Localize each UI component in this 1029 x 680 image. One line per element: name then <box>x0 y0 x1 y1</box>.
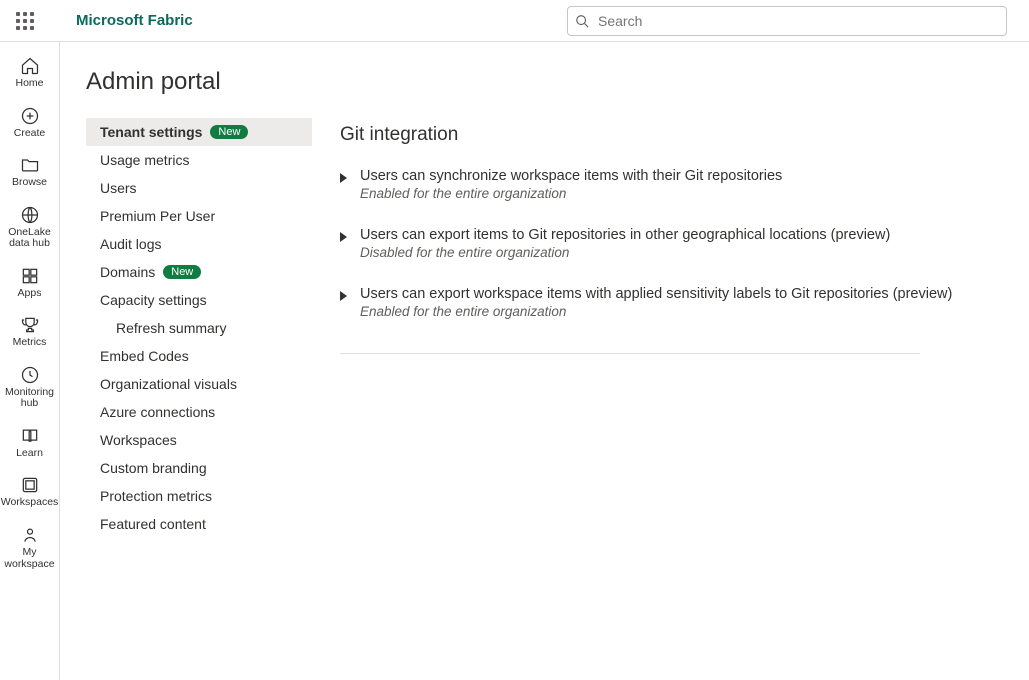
sidenav-label: Embed Codes <box>100 348 189 364</box>
rail-apps[interactable]: Apps <box>2 260 58 306</box>
sidenav-label: Protection metrics <box>100 488 212 504</box>
expand-icon[interactable] <box>340 173 347 183</box>
rail-label: Apps <box>18 288 42 300</box>
rail-create[interactable]: Create <box>2 100 58 146</box>
home-icon <box>20 56 40 76</box>
rail-workspaces[interactable]: Workspaces <box>2 469 58 515</box>
search-input[interactable] <box>567 6 1007 36</box>
sidenav-org-visuals[interactable]: Organizational visuals <box>86 370 312 398</box>
rail-monitoring[interactable]: Monitoring hub <box>2 359 58 416</box>
sidenav-users[interactable]: Users <box>86 174 312 202</box>
rail-browse[interactable]: Browse <box>2 149 58 195</box>
sidenav-label: Refresh summary <box>116 320 226 336</box>
page-title: Admin portal <box>86 68 1029 96</box>
sidenav-label: Domains <box>100 264 155 280</box>
sidenav-featured[interactable]: Featured content <box>86 510 312 538</box>
rail-label: Monitoring hub <box>2 387 58 410</box>
rail-label: Home <box>15 78 43 90</box>
sidenav-label: Capacity settings <box>100 292 207 308</box>
setting-status: Enabled for the entire organization <box>360 186 999 201</box>
app-launcher-icon[interactable] <box>16 12 34 30</box>
sidenav-label: Audit logs <box>100 236 161 252</box>
sidenav-protection[interactable]: Protection metrics <box>86 482 312 510</box>
top-bar: Microsoft Fabric <box>0 0 1029 42</box>
new-badge: New <box>163 265 201 279</box>
sidenav-label: Featured content <box>100 516 206 532</box>
rail-label: Learn <box>16 448 43 460</box>
setting-status: Disabled for the entire organization <box>360 245 999 260</box>
settings-panel: Git integration Users can synchronize wo… <box>340 118 1029 538</box>
sidenav-azure-conn[interactable]: Azure connections <box>86 398 312 426</box>
setting-title[interactable]: Users can export workspace items with ap… <box>360 286 999 302</box>
sidenav-label: Custom branding <box>100 460 207 476</box>
globe-icon <box>20 205 40 225</box>
sidenav-label: Usage metrics <box>100 152 189 168</box>
sidenav-domains[interactable]: Domains New <box>86 258 312 286</box>
person-icon <box>20 525 40 545</box>
setting-row: Users can export workspace items with ap… <box>340 286 999 335</box>
rail-label: Metrics <box>13 337 47 349</box>
sidenav-workspaces[interactable]: Workspaces <box>86 426 312 454</box>
sidenav-label: Workspaces <box>100 432 177 448</box>
expand-icon[interactable] <box>340 291 347 301</box>
rail-learn[interactable]: Learn <box>2 420 58 466</box>
divider <box>340 353 920 354</box>
admin-side-list: Tenant settings New Usage metrics Users … <box>86 118 312 538</box>
rail-onelake[interactable]: OneLake data hub <box>2 199 58 256</box>
sidenav-embed-codes[interactable]: Embed Codes <box>86 342 312 370</box>
setting-row: Users can export items to Git repositori… <box>340 227 999 276</box>
rail-metrics[interactable]: Metrics <box>2 309 58 355</box>
setting-title[interactable]: Users can export items to Git repositori… <box>360 227 999 243</box>
sidenav-premium[interactable]: Premium Per User <box>86 202 312 230</box>
setting-status: Enabled for the entire organization <box>360 304 999 319</box>
rail-label: Browse <box>12 177 47 189</box>
expand-icon[interactable] <box>340 232 347 242</box>
rail-label: My workspace <box>2 547 58 570</box>
search-icon <box>575 14 589 28</box>
monitor-icon <box>20 365 40 385</box>
rail-label: Workspaces <box>1 497 59 509</box>
book-icon <box>20 426 40 446</box>
sidenav-label: Azure connections <box>100 404 215 420</box>
sidenav-refresh-summary[interactable]: Refresh summary <box>86 314 312 342</box>
left-rail: Home Create Browse OneLake data hub Apps… <box>0 42 60 680</box>
folder-icon <box>20 155 40 175</box>
sidenav-usage-metrics[interactable]: Usage metrics <box>86 146 312 174</box>
sidenav-label: Premium Per User <box>100 208 215 224</box>
setting-row: Users can synchronize workspace items wi… <box>340 168 999 217</box>
sidenav-capacity[interactable]: Capacity settings <box>86 286 312 314</box>
sidenav-label: Organizational visuals <box>100 376 237 392</box>
plus-circle-icon <box>20 106 40 126</box>
setting-title[interactable]: Users can synchronize workspace items wi… <box>360 168 999 184</box>
new-badge: New <box>210 125 248 139</box>
admin-side-nav: Tenant settings New Usage metrics Users … <box>86 118 312 538</box>
sidenav-tenant-settings[interactable]: Tenant settings New <box>86 118 312 146</box>
search-box <box>567 6 1007 36</box>
apps-icon <box>20 266 40 286</box>
section-title: Git integration <box>340 124 999 146</box>
sidenav-audit-logs[interactable]: Audit logs <box>86 230 312 258</box>
rail-label: Create <box>14 128 46 140</box>
workspaces-icon <box>20 475 40 495</box>
rail-home[interactable]: Home <box>2 50 58 96</box>
sidenav-branding[interactable]: Custom branding <box>86 454 312 482</box>
rail-label: OneLake data hub <box>2 227 58 250</box>
brand-title: Microsoft Fabric <box>76 12 193 29</box>
sidenav-label: Tenant settings <box>100 124 202 140</box>
sidenav-label: Users <box>100 180 137 196</box>
rail-my-workspace[interactable]: My workspace <box>2 519 58 576</box>
content-area: Admin portal Tenant settings New Usage m… <box>60 42 1029 680</box>
trophy-icon <box>20 315 40 335</box>
